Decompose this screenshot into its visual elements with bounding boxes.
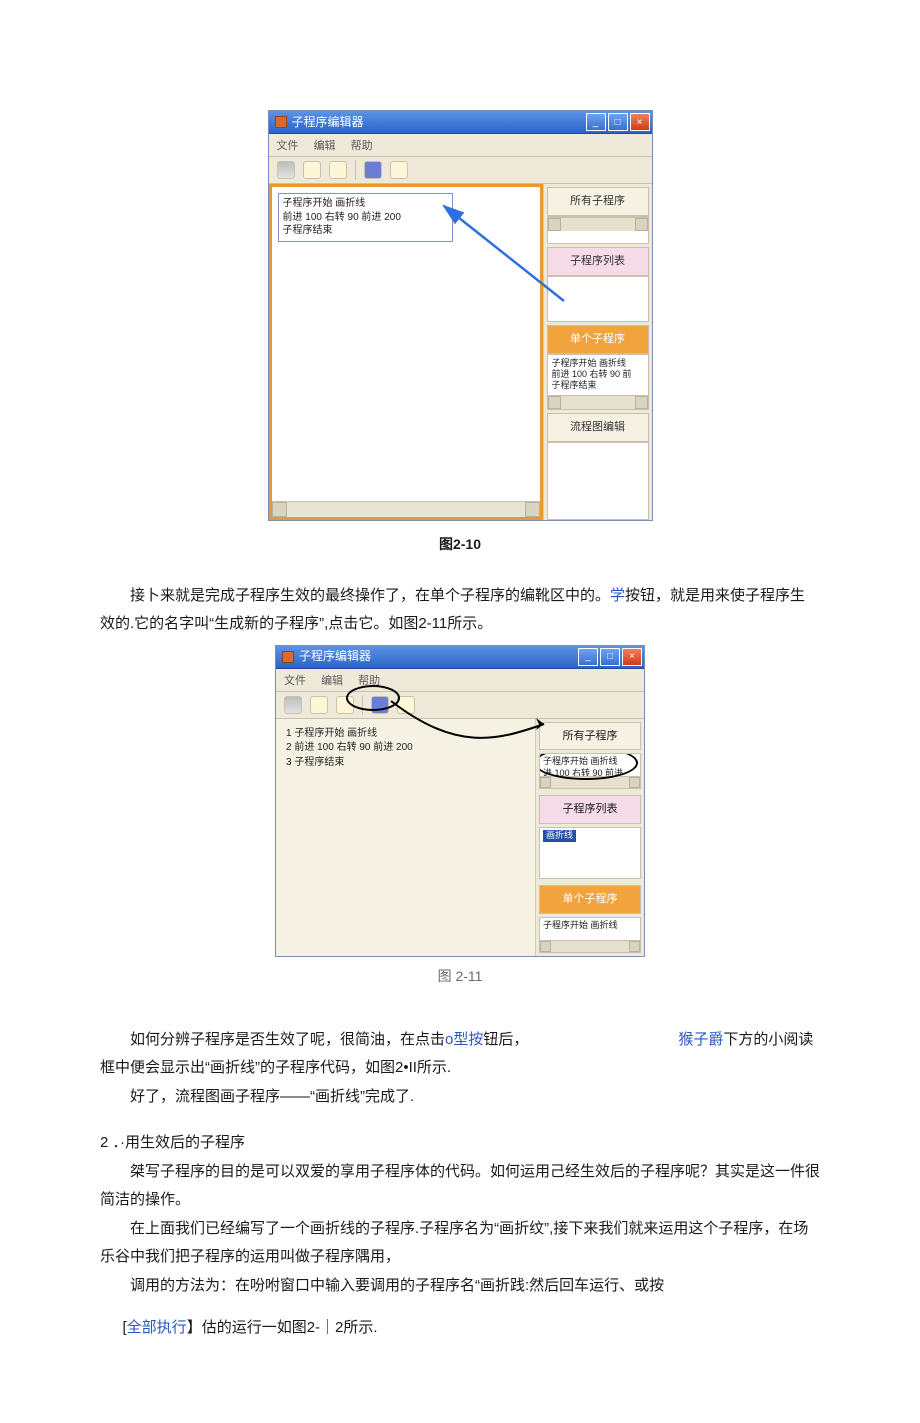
figure-caption: 图 2-11: [100, 963, 820, 990]
panel-content: 子程序开始 画折线: [543, 920, 618, 930]
help-icon[interactable]: [390, 161, 408, 179]
panel-scrollbar[interactable]: [548, 395, 648, 409]
toolbar: [276, 692, 644, 719]
menu-edit[interactable]: 编辑: [314, 140, 336, 152]
code-editor-area[interactable]: 子程序开始 画折线 前进 100 右转 90 前进 200 子程序结束: [269, 184, 543, 520]
figure-2-10-window: 子程序编辑器 _ □ × 文件 编辑 帮助 子程序开始 画折线 前进 1: [268, 110, 653, 521]
copy-icon[interactable]: [303, 161, 321, 179]
panel-scrollbar[interactable]: [548, 217, 648, 231]
code-line: 1 子程序开始 画折线: [286, 727, 525, 742]
paragraph: 调用的方法为：在吩咐窗口中输入要调用的子程序名“画折践:然后回车运行、或按: [100, 1272, 820, 1301]
code-lines: 1 子程序开始 画折线 2 前进 100 右转 90 前进 200 3 子程序结…: [276, 719, 535, 779]
code-box: 子程序开始 画折线 前进 100 右转 90 前进 200 子程序结束: [278, 193, 453, 242]
link-text[interactable]: 学: [610, 587, 625, 604]
paragraph: 如何分辨子程序是否生效了呢，很简油，在点击o型按钮后，猴子爵下方的小阅读框中便会…: [100, 1026, 820, 1083]
panel-header-all: 所有子程序: [539, 722, 641, 751]
panel-header-all: 所有子程序: [547, 187, 649, 216]
menubar: 文件 编辑 帮助: [269, 134, 652, 157]
paste-icon[interactable]: [329, 161, 347, 179]
text: 钮后，: [483, 1031, 528, 1048]
panel-header-list: 子程序列表: [539, 795, 641, 824]
menu-file[interactable]: 文件: [284, 675, 306, 687]
minimize-button[interactable]: _: [578, 648, 598, 666]
panel-header-single: 单个子程序: [547, 325, 649, 354]
code-line: 子程序开始 画折线: [283, 197, 448, 211]
close-button[interactable]: ×: [630, 113, 650, 131]
panel-header-list: 子程序列表: [547, 247, 649, 276]
section-heading: 2 ．·用生效后的子程序: [100, 1129, 820, 1158]
all-subprograms-panel[interactable]: 子程序开始 画折线 进 100 右转 90 前进: [539, 753, 641, 789]
link-text[interactable]: o型按: [445, 1031, 483, 1048]
toolbar-separator: [355, 160, 356, 180]
subprogram-list-panel[interactable]: [547, 276, 649, 322]
menu-help[interactable]: 帮助: [351, 140, 373, 152]
single-subprogram-panel[interactable]: 子程序开始 画折线: [539, 917, 641, 953]
link-text[interactable]: 猴子爵: [678, 1031, 723, 1048]
paragraph: 桀写子程序的目的是可以双爱的享用子程序体的代码。如何运用己经生效后的子程序呢？其…: [100, 1158, 820, 1215]
code-line: 3 子程序结束: [286, 756, 525, 771]
close-button[interactable]: ×: [622, 648, 642, 666]
all-subprograms-panel[interactable]: [547, 216, 649, 244]
figure-caption: 图2-10: [100, 531, 820, 558]
side-panels: 所有子程序 子程序开始 画折线 进 100 右转 90 前进 子程序列表 画折线…: [535, 719, 644, 957]
run-icon[interactable]: [364, 161, 382, 179]
minimize-button[interactable]: _: [586, 113, 606, 131]
menu-edit[interactable]: 编辑: [321, 675, 343, 687]
code-editor-area[interactable]: 1 子程序开始 画折线 2 前进 100 右转 90 前进 200 3 子程序结…: [276, 719, 535, 957]
maximize-button[interactable]: □: [608, 113, 628, 131]
app-icon: [282, 651, 294, 663]
paragraph: 接卜来就是完成子程序生效的最终操作了，在单个子程序的编靴区中的。学按钮，就是用来…: [100, 582, 820, 639]
window-titlebar: 子程序编辑器 _ □ ×: [276, 646, 644, 669]
toolbar: [269, 157, 652, 184]
panel-scrollbar[interactable]: [540, 940, 640, 952]
code-line: 前进 100 右转 90 前进 200: [283, 211, 448, 225]
annotation-oval: [346, 685, 400, 711]
text: 如何分辨子程序是否生效了呢，很简油，在点击: [130, 1031, 445, 1048]
cut-icon[interactable]: [277, 161, 295, 179]
text: 接卜来就是完成子程序生效的最终操作了，在单个子程序的编靴区中的。: [130, 587, 610, 604]
maximize-button[interactable]: □: [600, 648, 620, 666]
panel-header-flow: 流程图编辑: [547, 413, 649, 442]
flowchart-panel[interactable]: [547, 442, 649, 520]
horizontal-scrollbar[interactable]: [272, 501, 540, 517]
single-subprogram-panel[interactable]: 子程序开始 画折线 前进 100 右转 90 前 子程序结束: [547, 354, 649, 410]
window-titlebar: 子程序编辑器 _ □ ×: [269, 111, 652, 134]
window-buttons: _ □ ×: [586, 113, 650, 131]
text: 】估的运行一如图2-｜2所示.: [187, 1319, 378, 1336]
app-icon: [275, 116, 287, 128]
subprogram-list-panel[interactable]: 画折线: [539, 827, 641, 879]
window-buttons: _ □ ×: [578, 648, 642, 666]
heading-text: 2 ．·用生效后的子程序: [100, 1134, 245, 1151]
selected-subprogram[interactable]: 画折线: [543, 830, 576, 842]
paragraph: [全部执行】估的运行一如图2-｜2所示.: [100, 1314, 820, 1343]
link-text[interactable]: 全部执行: [127, 1319, 187, 1336]
code-line: 子程序结束: [283, 224, 448, 238]
paragraph: 好了，流程图画子程序——“画折线”完成了.: [100, 1083, 820, 1112]
menubar: 文件 编辑 帮助: [276, 669, 644, 692]
window-title: 子程序编辑器: [292, 111, 364, 134]
paragraph: 在上面我们已经编写了一个画折线的子程序.子程序名为“画折纹”,接下来我们就来运用…: [100, 1215, 820, 1272]
figure-2-11-window: 子程序编辑器 _ □ × 文件 编辑 帮助 1 子程序开始 画折: [275, 645, 645, 958]
copy-icon[interactable]: [310, 696, 328, 714]
menu-file[interactable]: 文件: [277, 140, 299, 152]
panel-header-single: 单个子程序: [539, 885, 641, 914]
side-panels: 所有子程序 子程序列表 单个子程序 子程序开始 画折线 前进 100 右转 90…: [543, 184, 652, 520]
code-line: 2 前进 100 右转 90 前进 200: [286, 741, 525, 756]
cut-icon[interactable]: [284, 696, 302, 714]
window-title: 子程序编辑器: [299, 645, 371, 668]
